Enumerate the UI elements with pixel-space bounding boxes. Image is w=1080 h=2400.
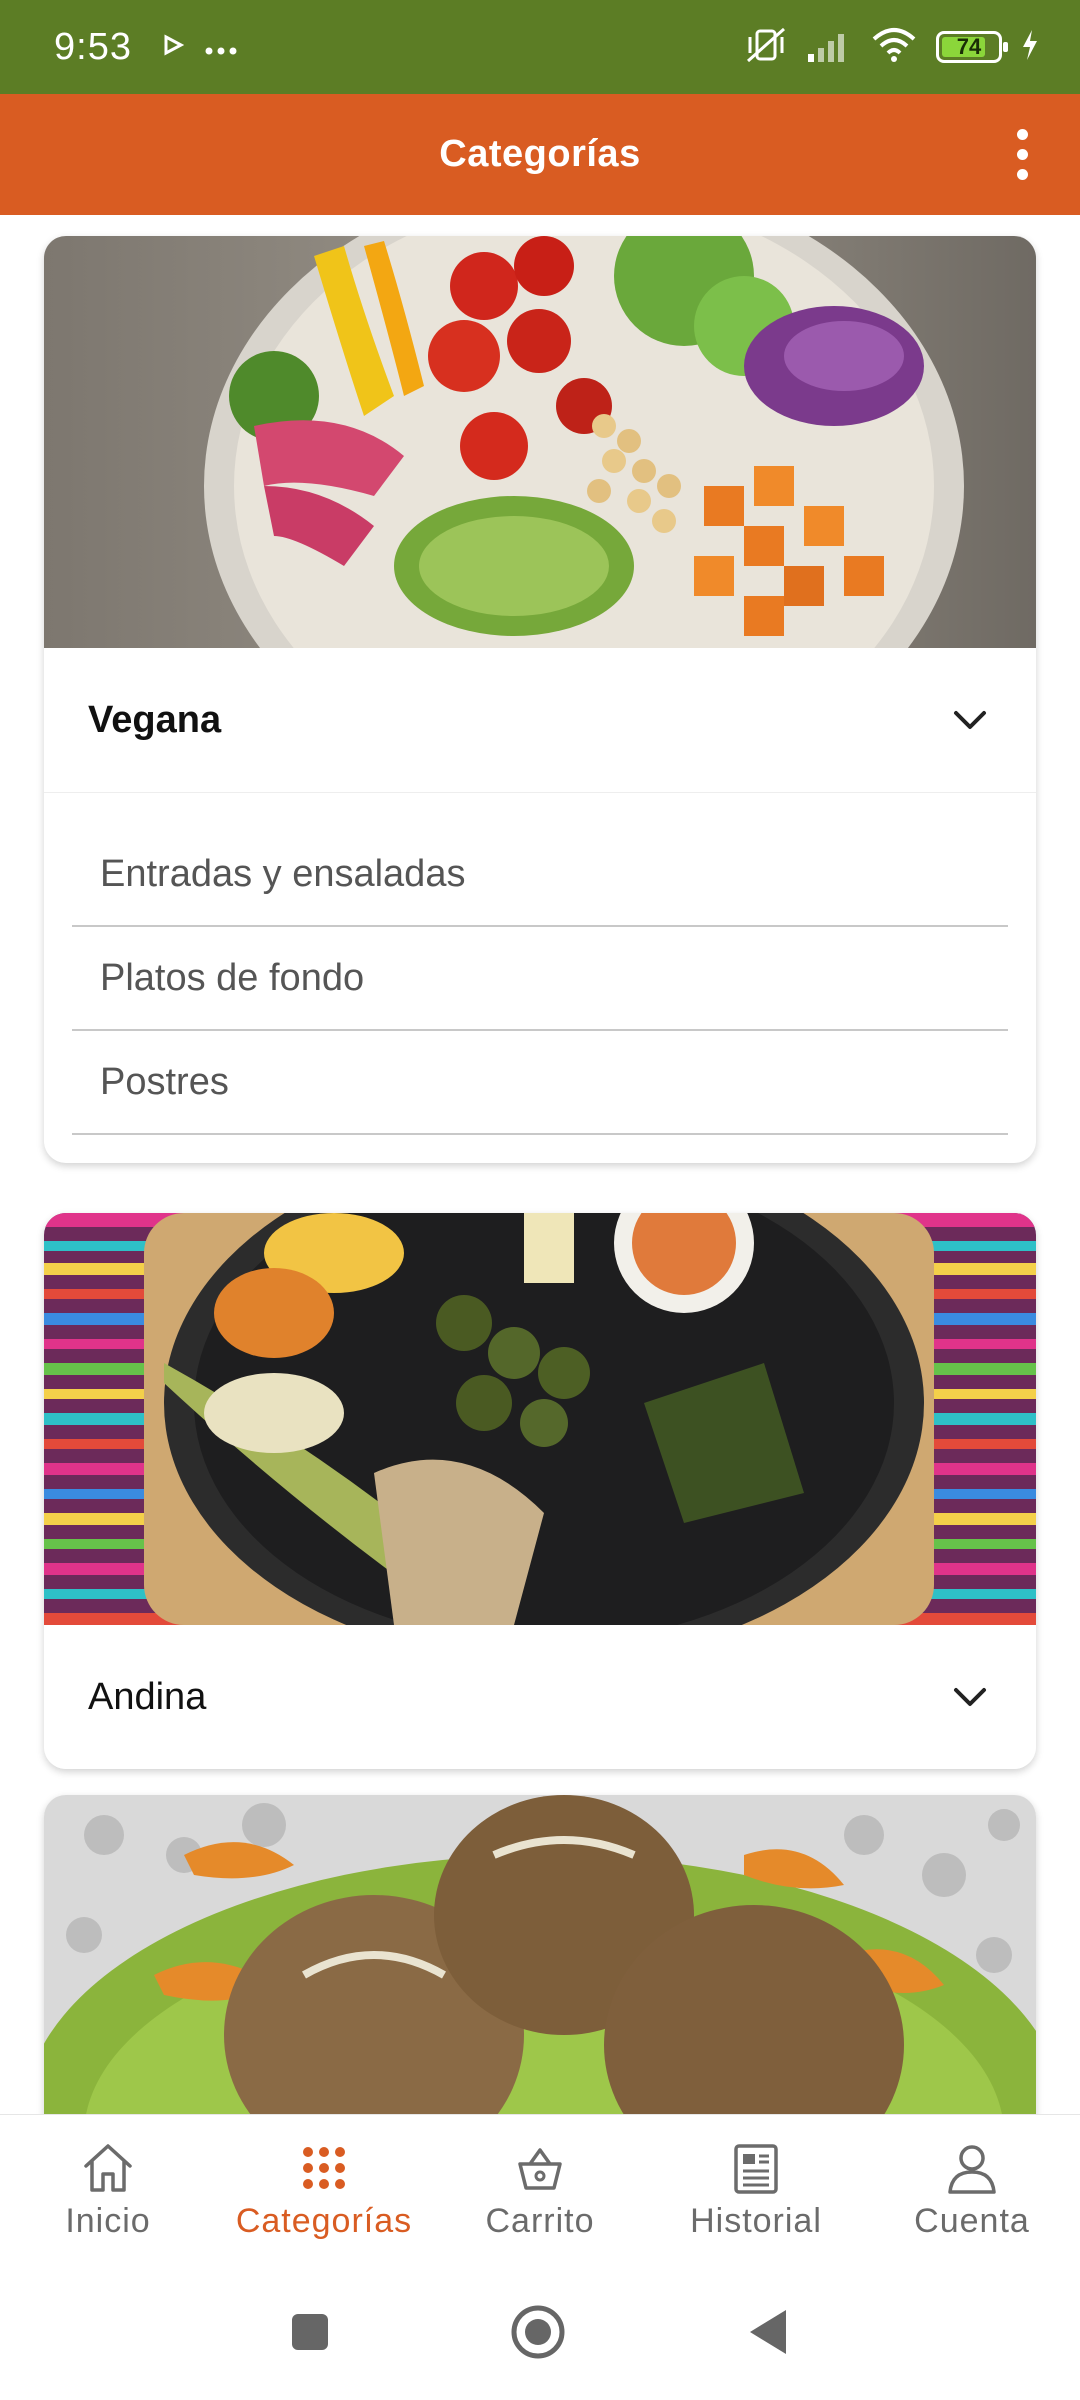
nav-label: Cuenta xyxy=(914,2202,1030,2240)
chevron-up-down-icon xyxy=(954,711,986,729)
overflow-menu-button[interactable] xyxy=(990,122,1054,186)
category-image-3[interactable] xyxy=(44,1795,1036,2115)
category-card-andina: Andina xyxy=(44,1213,1036,1769)
grid-dots-icon xyxy=(303,2147,345,2189)
nav-item-historial[interactable]: Historial xyxy=(651,2138,861,2241)
basket-icon xyxy=(518,2148,562,2190)
battery-level: 74 xyxy=(956,34,982,59)
more-vert-icon xyxy=(1016,128,1028,140)
battery-indicator: 74 xyxy=(936,31,1008,63)
category-card-3 xyxy=(44,1795,1036,2115)
bottom-navigation: Inicio Categorías Carrito Historial Cuen… xyxy=(0,2114,1080,2264)
system-navigation-bar xyxy=(0,2264,1080,2400)
nav-label: Categorías xyxy=(235,2202,413,2240)
nav-item-cuenta[interactable]: Cuenta xyxy=(867,2138,1077,2241)
signal-icon xyxy=(806,28,852,67)
subcategory-item[interactable]: Entradas y ensaladas xyxy=(72,823,1008,927)
nav-label: Inicio xyxy=(65,2202,151,2240)
category-title: Vegana xyxy=(88,698,222,741)
back-button[interactable] xyxy=(746,2308,790,2356)
app-bar: Categorías xyxy=(0,94,1080,215)
home-button[interactable] xyxy=(510,2304,566,2360)
status-time: 9:53 xyxy=(54,25,132,68)
category-header-vegana[interactable]: Vegana xyxy=(44,648,1036,792)
subcategory-item[interactable]: Postres xyxy=(72,1031,1008,1135)
chevron-down-icon xyxy=(954,1688,986,1706)
nav-label: Historial xyxy=(690,2202,822,2240)
category-title: Andina xyxy=(88,1675,207,1718)
wifi-icon xyxy=(870,27,918,68)
play-icon xyxy=(162,31,185,63)
recents-button[interactable] xyxy=(290,2312,330,2352)
subcategory-item[interactable]: Platos de fondo xyxy=(72,927,1008,1031)
home-icon xyxy=(84,2144,132,2192)
nav-item-inicio[interactable]: Inicio xyxy=(3,2138,213,2241)
page-title: Categorías xyxy=(439,133,641,175)
user-icon xyxy=(948,2145,996,2194)
subcategory-list: Entradas y ensaladas Platos de fondo Pos… xyxy=(44,792,1036,1163)
category-list[interactable]: Vegana Entradas y ensaladas Platos de fo… xyxy=(0,215,1080,2115)
more-notifications-icon xyxy=(204,31,238,63)
nav-item-categorias[interactable]: Categorías xyxy=(219,2138,429,2241)
nav-item-carrito[interactable]: Carrito xyxy=(435,2138,645,2241)
category-header-andina[interactable]: Andina xyxy=(44,1625,1036,1769)
category-card-vegana: Vegana Entradas y ensaladas Platos de fo… xyxy=(44,236,1036,1163)
category-image-vegana[interactable] xyxy=(44,236,1036,648)
category-image-andina[interactable] xyxy=(44,1213,1036,1625)
document-icon xyxy=(734,2144,778,2194)
status-bar: 9:53 74 xyxy=(0,0,1080,94)
nav-label: Carrito xyxy=(485,2202,595,2240)
charging-icon xyxy=(1020,29,1040,66)
vibrate-off-icon xyxy=(744,25,788,70)
